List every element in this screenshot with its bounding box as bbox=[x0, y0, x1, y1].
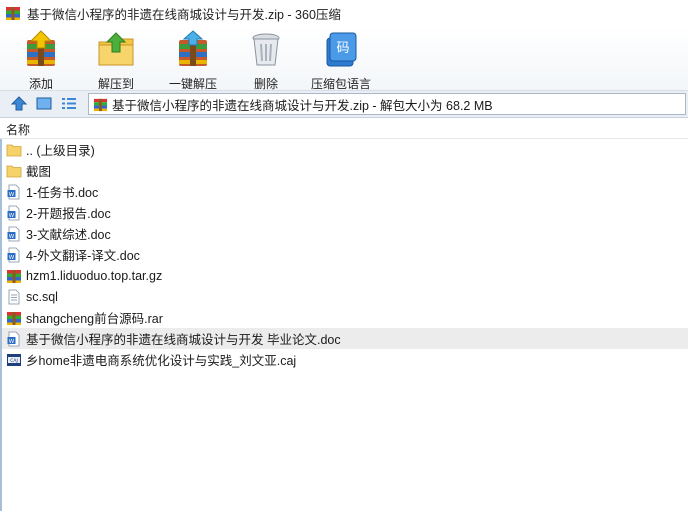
list-item-name: sc.sql bbox=[26, 289, 58, 304]
svg-text:W: W bbox=[9, 233, 15, 239]
file-list: .. (上级目录) 截图 W 1-任务书.doc W 2-开题报告.doc W 3-文献综述.… bbox=[0, 139, 688, 511]
list-item[interactable]: shangcheng前台源码.rar bbox=[2, 307, 688, 328]
list-item[interactable]: .. (上级目录) bbox=[2, 139, 688, 160]
list-item-name: 基于微信小程序的非遗在线商城设计与开发 毕业论文.doc bbox=[26, 333, 341, 347]
svg-text:W: W bbox=[9, 254, 15, 260]
one-click-extract-icon bbox=[179, 30, 207, 66]
extract-to-button[interactable]: 解压到 bbox=[83, 30, 149, 92]
zip-archive-icon bbox=[93, 98, 108, 111]
list-item[interactable]: hzm1.liduoduo.top.tar.gz bbox=[2, 265, 688, 286]
extract-folder-icon bbox=[98, 32, 134, 66]
archive-app-icon bbox=[6, 7, 20, 20]
word-doc-icon: W bbox=[6, 331, 22, 347]
archive-icon bbox=[6, 268, 22, 284]
list-item[interactable]: CAJ 乡home非遗电商系统优化设计与实践_刘文亚.caj bbox=[2, 349, 688, 370]
encoding-icon-char: 码 bbox=[336, 41, 349, 56]
list-item[interactable]: W 4-外文翻译-译文.doc bbox=[2, 244, 688, 265]
svg-text:W: W bbox=[9, 338, 15, 344]
column-name-header[interactable]: 名称 bbox=[6, 121, 30, 138]
list-item-name: shangcheng前台源码.rar bbox=[26, 312, 163, 326]
svg-text:W: W bbox=[9, 212, 15, 218]
list-item-name: hzm1.liduoduo.top.tar.gz bbox=[26, 268, 163, 283]
word-doc-icon: W bbox=[6, 184, 22, 200]
add-button[interactable]: 添加 bbox=[6, 30, 76, 92]
archive-icon bbox=[6, 310, 22, 326]
add-icon bbox=[27, 30, 55, 66]
list-item-name: 1-任务书.doc bbox=[26, 186, 99, 200]
encoding-icon: 码 bbox=[326, 32, 357, 67]
title-bar: 基于微信小程序的非遗在线商城设计与开发.zip - 360压缩 bbox=[0, 0, 688, 26]
svg-text:CAJ: CAJ bbox=[10, 357, 18, 363]
trash-icon bbox=[252, 33, 280, 66]
list-item-name: .. (上级目录) bbox=[26, 144, 95, 158]
address-bar: 基于微信小程序的非遗在线商城设计与开发.zip - 解包大小为 68.2 MB bbox=[0, 90, 688, 118]
list-item-name: 4-外文翻译-译文.doc bbox=[26, 249, 140, 263]
address-field[interactable]: 基于微信小程序的非遗在线商城设计与开发.zip - 解包大小为 68.2 MB bbox=[88, 93, 686, 115]
list-item[interactable]: W 基于微信小程序的非遗在线商城设计与开发 毕业论文.doc bbox=[2, 328, 688, 349]
up-arrow-icon[interactable] bbox=[10, 95, 28, 112]
svg-text:W: W bbox=[9, 191, 15, 197]
list-item-name: 2-开题报告.doc bbox=[26, 207, 111, 221]
list-item[interactable]: sc.sql bbox=[2, 286, 688, 307]
list-item-name: 3-文献综述.doc bbox=[26, 228, 111, 242]
list-item[interactable]: 截图 bbox=[2, 160, 688, 181]
word-doc-icon: W bbox=[6, 226, 22, 242]
column-header: 名称 bbox=[0, 118, 688, 139]
archive-language-button[interactable]: 码 压缩包语言 bbox=[305, 30, 377, 92]
one-click-extract-button[interactable]: 一键解压 bbox=[160, 30, 226, 92]
list-view-icon[interactable] bbox=[60, 95, 78, 112]
delete-button[interactable]: 删除 bbox=[238, 30, 294, 92]
folder-icon bbox=[6, 142, 22, 158]
list-item[interactable]: W 2-开题报告.doc bbox=[2, 202, 688, 223]
text-file-icon bbox=[6, 289, 22, 305]
word-doc-icon: W bbox=[6, 205, 22, 221]
toolbar: 添加 解压到 一键解压 删除 码 压缩包语言 bbox=[0, 26, 688, 92]
list-item-name: 截图 bbox=[26, 165, 52, 179]
address-text: 基于微信小程序的非遗在线商城设计与开发.zip - 解包大小为 68.2 MB bbox=[112, 98, 493, 113]
list-item[interactable]: W 3-文献综述.doc bbox=[2, 223, 688, 244]
caj-file-icon: CAJ bbox=[6, 352, 22, 368]
thumbnail-view-icon[interactable] bbox=[35, 95, 53, 112]
folder-icon bbox=[6, 163, 22, 179]
list-item-name: 乡home非遗电商系统优化设计与实践_刘文亚.caj bbox=[26, 354, 297, 368]
list-item[interactable]: W 1-任务书.doc bbox=[2, 181, 688, 202]
window-title: 基于微信小程序的非遗在线商城设计与开发.zip - 360压缩 bbox=[27, 7, 341, 22]
word-doc-icon: W bbox=[6, 247, 22, 263]
